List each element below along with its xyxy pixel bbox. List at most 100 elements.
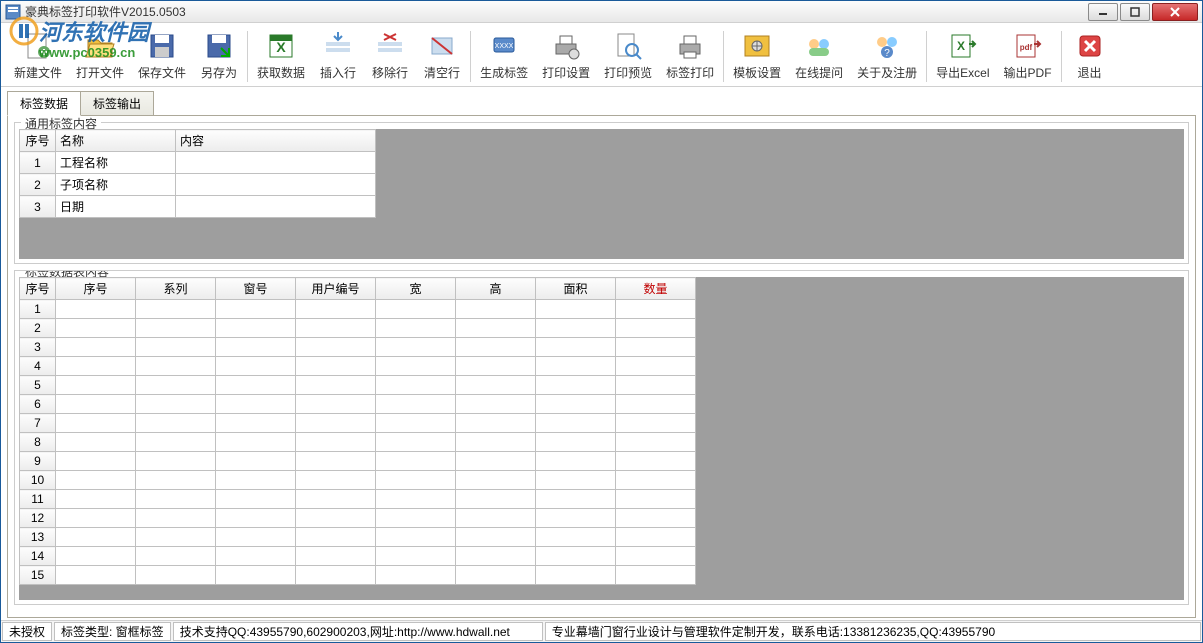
clear-button[interactable]: 清空行	[416, 27, 468, 86]
table-row[interactable]: 7	[20, 414, 696, 433]
cell[interactable]	[296, 471, 376, 490]
cell[interactable]	[456, 471, 536, 490]
print-preview-button[interactable]: 打印预览	[597, 27, 659, 86]
cell[interactable]	[536, 414, 616, 433]
cell[interactable]	[616, 547, 696, 566]
data-grid[interactable]: 序号序号系列窗号用户编号宽高面积数量 123456789101112131415	[19, 277, 696, 585]
cell[interactable]	[56, 490, 136, 509]
get-data-button[interactable]: X获取数据	[250, 27, 312, 86]
table-row[interactable]: 1	[20, 300, 696, 319]
col-header[interactable]: 系列	[136, 278, 216, 300]
cell[interactable]	[376, 338, 456, 357]
cell[interactable]	[376, 319, 456, 338]
table-row[interactable]: 2子项名称	[20, 174, 376, 196]
col-header[interactable]: 序号	[20, 278, 56, 300]
online-ask-button[interactable]: 在线提问	[788, 27, 850, 86]
table-row[interactable]: 13	[20, 528, 696, 547]
tab-label-data[interactable]: 标签数据	[7, 91, 81, 116]
col-header[interactable]: 序号	[56, 278, 136, 300]
cell[interactable]	[376, 414, 456, 433]
cell[interactable]	[136, 338, 216, 357]
cell[interactable]	[456, 509, 536, 528]
cell[interactable]	[456, 490, 536, 509]
cell[interactable]	[56, 566, 136, 585]
cell[interactable]	[616, 566, 696, 585]
cell[interactable]	[216, 433, 296, 452]
cell[interactable]	[216, 490, 296, 509]
table-row[interactable]: 15	[20, 566, 696, 585]
cell[interactable]	[616, 433, 696, 452]
cell[interactable]	[376, 528, 456, 547]
cell[interactable]	[536, 433, 616, 452]
cell-content[interactable]	[176, 196, 376, 218]
table-row[interactable]: 14	[20, 547, 696, 566]
cell[interactable]	[376, 547, 456, 566]
tab-label-output[interactable]: 标签输出	[80, 91, 154, 116]
table-row[interactable]: 4	[20, 357, 696, 376]
cell[interactable]	[56, 547, 136, 566]
cell[interactable]	[216, 471, 296, 490]
cell[interactable]	[296, 528, 376, 547]
cell[interactable]	[456, 357, 536, 376]
cell[interactable]	[376, 452, 456, 471]
cell[interactable]	[536, 319, 616, 338]
cell[interactable]	[136, 547, 216, 566]
cell[interactable]	[616, 528, 696, 547]
col-header[interactable]: 数量	[616, 278, 696, 300]
cell[interactable]	[536, 490, 616, 509]
col-header-seq[interactable]: 序号	[20, 130, 56, 152]
cell[interactable]	[216, 357, 296, 376]
cell[interactable]	[616, 509, 696, 528]
table-row[interactable]: 11	[20, 490, 696, 509]
table-row[interactable]: 3日期	[20, 196, 376, 218]
cell[interactable]	[136, 319, 216, 338]
save-as-button[interactable]: 另存为	[193, 27, 245, 86]
cell[interactable]	[456, 414, 536, 433]
cell[interactable]	[536, 357, 616, 376]
cell[interactable]	[136, 509, 216, 528]
cell[interactable]	[136, 566, 216, 585]
cell[interactable]	[56, 452, 136, 471]
cell[interactable]	[136, 357, 216, 376]
cell[interactable]	[536, 547, 616, 566]
cell[interactable]	[216, 528, 296, 547]
cell[interactable]	[616, 338, 696, 357]
close-button[interactable]	[1152, 3, 1198, 21]
cell[interactable]	[56, 471, 136, 490]
table-row[interactable]: 5	[20, 376, 696, 395]
table-row[interactable]: 1工程名称	[20, 152, 376, 174]
cell[interactable]	[616, 395, 696, 414]
cell[interactable]	[616, 452, 696, 471]
cell[interactable]	[536, 376, 616, 395]
maximize-button[interactable]	[1120, 3, 1150, 21]
cell[interactable]	[216, 395, 296, 414]
cell[interactable]	[56, 395, 136, 414]
cell[interactable]	[136, 433, 216, 452]
col-header[interactable]: 窗号	[216, 278, 296, 300]
table-row[interactable]: 10	[20, 471, 696, 490]
common-grid[interactable]: 序号 名称 内容 1工程名称2子项名称3日期	[19, 129, 376, 218]
cell[interactable]	[296, 452, 376, 471]
cell[interactable]	[296, 490, 376, 509]
new-file-button[interactable]: 新建文件	[7, 27, 69, 86]
cell[interactable]	[216, 547, 296, 566]
cell[interactable]	[136, 300, 216, 319]
cell[interactable]	[216, 376, 296, 395]
cell[interactable]	[536, 566, 616, 585]
cell[interactable]	[56, 319, 136, 338]
cell[interactable]	[376, 376, 456, 395]
minimize-button[interactable]	[1088, 3, 1118, 21]
col-header[interactable]: 宽	[376, 278, 456, 300]
cell[interactable]	[456, 433, 536, 452]
cell[interactable]	[136, 395, 216, 414]
cell[interactable]	[376, 471, 456, 490]
delete-row-button[interactable]: 移除行	[364, 27, 416, 86]
cell[interactable]	[56, 376, 136, 395]
col-header-name[interactable]: 名称	[56, 130, 176, 152]
export-pdf-button[interactable]: pdf输出PDF	[997, 27, 1059, 86]
gen-label-button[interactable]: XXXX生成标签	[473, 27, 535, 86]
cell[interactable]	[536, 471, 616, 490]
cell[interactable]	[296, 547, 376, 566]
cell[interactable]	[296, 338, 376, 357]
cell[interactable]	[216, 414, 296, 433]
